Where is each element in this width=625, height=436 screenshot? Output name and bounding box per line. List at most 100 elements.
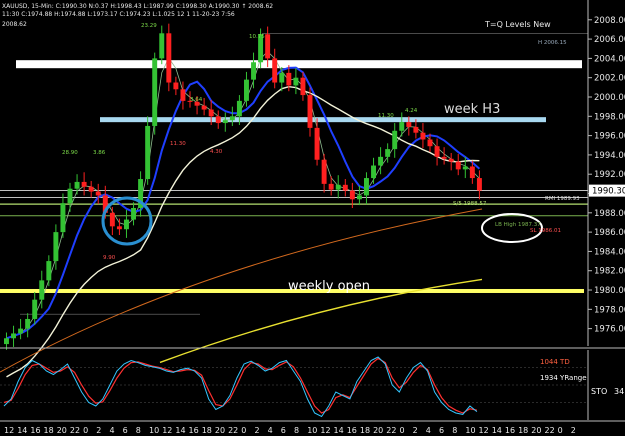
candle-body <box>314 127 320 160</box>
candle-body <box>385 149 391 157</box>
time-tick-label: 10 <box>465 426 475 435</box>
price-tick-label: 1996.00 <box>594 132 625 142</box>
time-tick-label: 0 <box>241 426 246 435</box>
candle-body <box>88 186 94 192</box>
candle-body <box>406 122 412 127</box>
candle-body <box>152 58 158 126</box>
level-lines <box>0 33 588 315</box>
candle-body <box>420 132 426 140</box>
price-tick-label: 2004.00 <box>594 54 625 64</box>
time-tick-label: 20 <box>373 426 383 435</box>
candle-body <box>279 72 285 83</box>
candle-body <box>371 165 376 179</box>
candle-body <box>166 33 172 83</box>
candle-body <box>427 139 433 147</box>
time-tick-label: 12 <box>4 426 14 435</box>
candle-body <box>124 219 129 230</box>
time-axis: 12 14 16 18 20 22 0 2 4 6 8 10 12 14 16 18 20 22 0 2 4 6 8 10 12… <box>0 420 625 435</box>
peak-label-c-prefix: H <box>538 40 542 46</box>
osc-sto-value: 34 <box>614 387 624 396</box>
peak-label-c-value: 2006.15 <box>544 40 567 46</box>
last-price-label: 1990.30 <box>592 187 625 197</box>
candle-body <box>413 126 419 133</box>
candle-body <box>11 333 16 339</box>
osc-k-line <box>3 356 478 418</box>
candle-body <box>236 100 242 117</box>
price-tick-label: 2006.00 <box>594 35 625 45</box>
peak-label-c: H 2006.15 <box>538 40 567 46</box>
label-low: 9.90 <box>103 255 116 261</box>
candle-body <box>335 184 341 190</box>
candle-body <box>208 109 214 117</box>
candle-body <box>222 120 228 124</box>
candle-body <box>272 58 278 83</box>
candle-body <box>215 116 221 124</box>
ma-thin-line <box>6 51 480 339</box>
candle-body <box>448 158 454 162</box>
time-tick-label: 6 <box>439 426 444 435</box>
candle-body <box>39 280 45 300</box>
time-tick-label: 12 <box>320 426 330 435</box>
time-tick-label: 20 <box>215 426 225 435</box>
time-tick-label: 18 <box>518 426 528 435</box>
time-tick-label: 16 <box>189 426 199 435</box>
price-tick-label: 1998.00 <box>594 112 625 122</box>
price-tick-label: 1978.00 <box>594 305 625 315</box>
s5-label: S/5 1988.57 <box>453 201 487 207</box>
time-tick-label: 20 <box>57 426 67 435</box>
time-tick-label: 14 <box>334 426 344 435</box>
price-tick-label: 2002.00 <box>594 74 625 84</box>
time-tick-label: 0 <box>400 426 405 435</box>
candle-body <box>476 178 482 191</box>
label-mid2: 11.30 <box>170 141 186 147</box>
price-tick-label: 1976.00 <box>594 325 625 335</box>
time-tick-label: 2 <box>255 426 260 435</box>
time-tick-label: 14 <box>175 426 185 435</box>
candle-body <box>95 191 101 196</box>
candle-body <box>4 338 9 345</box>
time-tick-label: 6 <box>281 426 286 435</box>
time-tick-label: 10 <box>307 426 317 435</box>
price-axis: 1976.00 1978.00 1980.00 1982.00 1984.00 1986.… <box>587 0 625 346</box>
candle-body <box>81 181 87 187</box>
candle-body <box>349 190 355 200</box>
candles <box>4 23 482 350</box>
peak-label-b: 10.75 <box>249 34 265 40</box>
moving-averages <box>0 51 483 378</box>
time-tick-label: 6 <box>123 426 128 435</box>
header-symbol-line: XAUUSD, 15-Min: C:1990.30 N:0.37 H:1998.… <box>2 3 273 10</box>
osc-yrange-label: 1934 YRange <box>540 374 587 382</box>
time-tick-label: 8 <box>452 426 457 435</box>
time-tick-label: 4 <box>426 426 431 435</box>
time-tick-label: 22 <box>545 426 555 435</box>
candle-body <box>67 188 73 204</box>
time-tick-label: 16 <box>347 426 357 435</box>
price-tick-label: 1982.00 <box>594 267 625 277</box>
time-tick-label: 12 <box>162 426 172 435</box>
candle-body <box>364 178 369 196</box>
osc-d-line <box>3 357 478 414</box>
candle-body <box>53 232 59 262</box>
time-tick-label: 14 <box>17 426 27 435</box>
candle-body <box>116 226 122 230</box>
time-tick-label: 16 <box>505 426 515 435</box>
candle-body <box>321 159 327 184</box>
osc-sto-label: STO <box>591 387 607 396</box>
time-tick-label: 8 <box>294 426 299 435</box>
label-r2: 3.86 <box>93 150 106 156</box>
time-tick-label: 2 <box>413 426 418 435</box>
time-tick-label: 18 <box>360 426 370 435</box>
label-r1: 28.90 <box>62 150 78 156</box>
label-s1: 11.30 <box>378 113 394 119</box>
candle-body <box>307 95 313 128</box>
rmi-label: RMI 1989.93 <box>545 196 580 202</box>
time-tick-label: 12 <box>479 426 489 435</box>
price-tick-label: 1986.00 <box>594 228 625 238</box>
label-mid3: 4.30 <box>210 149 223 155</box>
candle-body <box>131 207 136 220</box>
candle-body <box>74 181 80 189</box>
time-tick-label: 16 <box>30 426 40 435</box>
candle-body <box>392 130 398 150</box>
candle-body <box>46 261 52 281</box>
price-tick-label: 1980.00 <box>594 286 625 296</box>
